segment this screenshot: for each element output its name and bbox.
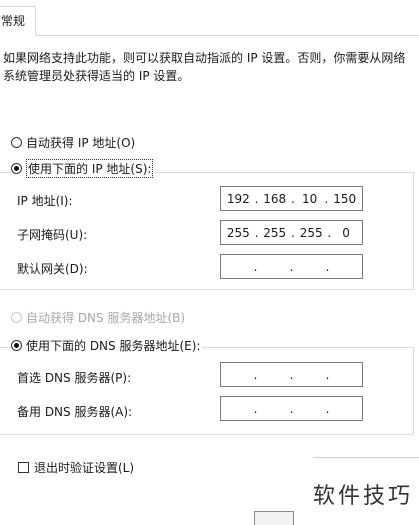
auto-dns-radio-row: 自动获得 DNS 服务器地址(B) [11,309,185,326]
dns-settings-group [0,347,414,435]
mask-octet-1: 255 [226,225,250,240]
ip-octet-1: 192 [226,191,250,206]
validate-settings-row[interactable]: 退出时验证设置(L) [18,459,134,476]
description-text: 如果网络支持此功能，则可以获取自动指派的 IP 设置。否则，你需要从网络系统管理… [3,51,406,83]
advanced-button-edge[interactable] [313,457,419,458]
preferred-dns-input[interactable]: . . . [220,362,363,387]
ip-address-input[interactable]: 192. 168. 10. 150 [220,186,363,211]
default-gateway-input[interactable]: . . . [220,254,363,279]
manual-ip-radio[interactable] [11,163,22,174]
tab-strip-line [0,35,419,36]
auto-dns-radio-label: 自动获得 DNS 服务器地址(B) [26,311,186,325]
validate-settings-checkbox[interactable] [18,462,29,473]
preferred-dns-label: 首选 DNS 服务器(P): [17,371,132,385]
auto-ip-radio-row[interactable]: 自动获得 IP 地址(O) [11,134,135,151]
watermark-text: 软件技巧 [312,484,413,509]
manual-dns-radio-label: 使用下面的 DNS 服务器地址(E): [26,339,201,353]
subnet-mask-input[interactable]: 255. 255. 255. 0 [220,220,363,245]
alternate-dns-input[interactable]: . . . [220,396,363,421]
validate-settings-label: 退出时验证设置(L) [34,461,135,475]
auto-ip-radio-label: 自动获得 IP 地址(O) [26,136,136,150]
manual-ip-radio-row[interactable]: 使用下面的 IP 地址(S): [11,159,156,178]
default-gateway-label: 默认网关(D): [17,262,88,276]
subnet-mask-label: 子网掩码(U): [17,228,88,242]
manual-dns-radio-row[interactable]: 使用下面的 DNS 服务器地址(E): [11,337,203,354]
tab-general[interactable]: 常规 [0,6,36,36]
auto-ip-radio[interactable] [11,137,22,148]
mask-octet-3: 255 [299,225,323,240]
mask-octet-4: 0 [342,225,350,240]
ip-octet-3: 10 [302,191,318,206]
ip-octet-2: 168 [263,191,287,206]
auto-dns-radio [11,312,22,323]
manual-dns-radio[interactable] [11,340,22,351]
mask-octet-2: 255 [263,225,287,240]
manual-ip-radio-label: 使用下面的 IP 地址(S): [26,159,154,178]
alternate-dns-label: 备用 DNS 服务器(A): [17,405,133,419]
ip-octet-4: 150 [333,191,357,206]
ip-address-label: IP 地址(I): [17,194,73,208]
